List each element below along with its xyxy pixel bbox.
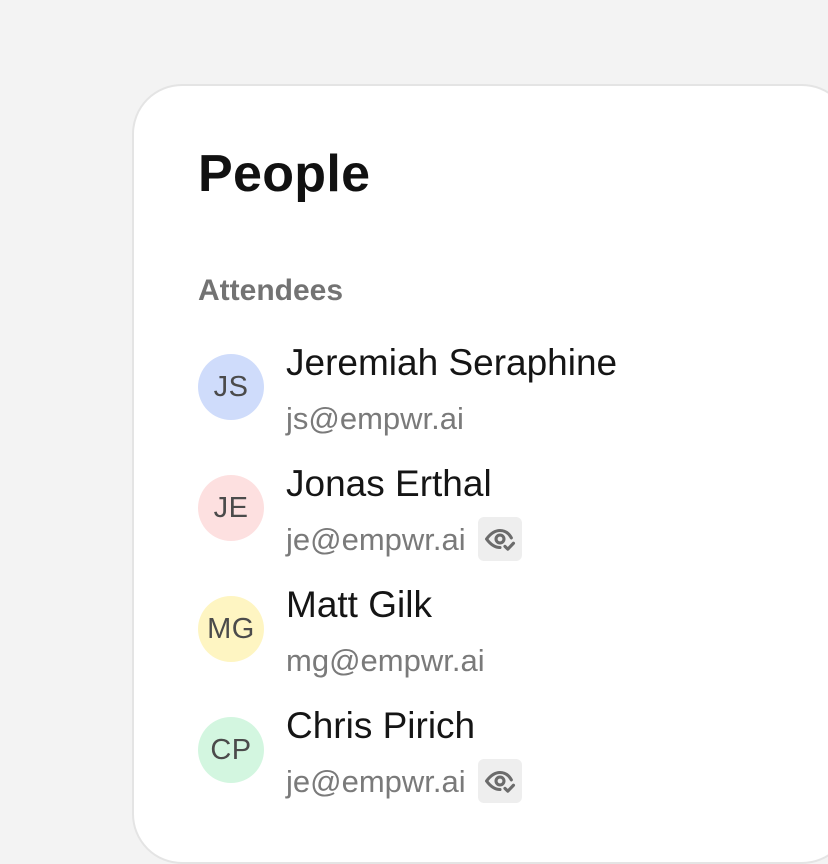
attendee-email-row: js@empwr.ai bbox=[286, 396, 464, 440]
page-title: People bbox=[198, 145, 371, 203]
attendee-email-row: je@empwr.ai bbox=[286, 759, 522, 803]
attendee-row[interactable]: MG Matt Gilk mg@empwr.ai bbox=[198, 586, 798, 707]
eye-check-icon[interactable] bbox=[477, 517, 522, 561]
attendee-email: je@empwr.ai bbox=[286, 521, 466, 557]
attendee-name: Jeremiah Seraphine bbox=[286, 342, 618, 383]
people-panel: People Attendees JS Jeremiah Seraphine js@… bbox=[132, 84, 828, 864]
attendee-row[interactable]: CP Chris Pirich je@empwr.ai bbox=[198, 707, 798, 828]
avatar: CP bbox=[198, 717, 264, 783]
attendees-section-label: Attendees bbox=[198, 274, 344, 307]
attendee-email: js@empwr.ai bbox=[286, 400, 464, 436]
eye-check-icon[interactable] bbox=[477, 759, 522, 803]
attendee-name: Chris Pirich bbox=[286, 705, 476, 746]
attendee-row[interactable]: JE Jonas Erthal je@empwr.ai bbox=[198, 465, 798, 586]
avatar: MG bbox=[198, 596, 264, 662]
attendee-email: mg@empwr.ai bbox=[286, 642, 485, 678]
attendee-name: Matt Gilk bbox=[286, 584, 432, 625]
attendee-row[interactable]: JS Jeremiah Seraphine js@empwr.ai bbox=[198, 344, 798, 465]
attendee-name: Jonas Erthal bbox=[286, 463, 492, 504]
attendee-email: je@empwr.ai bbox=[286, 763, 466, 799]
attendee-email-row: je@empwr.ai bbox=[286, 517, 522, 561]
avatar: JE bbox=[198, 475, 264, 541]
avatar: JS bbox=[198, 354, 264, 420]
attendee-email-row: mg@empwr.ai bbox=[286, 638, 485, 682]
attendee-list: JS Jeremiah Seraphine js@empwr.ai JE Jonas E… bbox=[198, 344, 798, 828]
